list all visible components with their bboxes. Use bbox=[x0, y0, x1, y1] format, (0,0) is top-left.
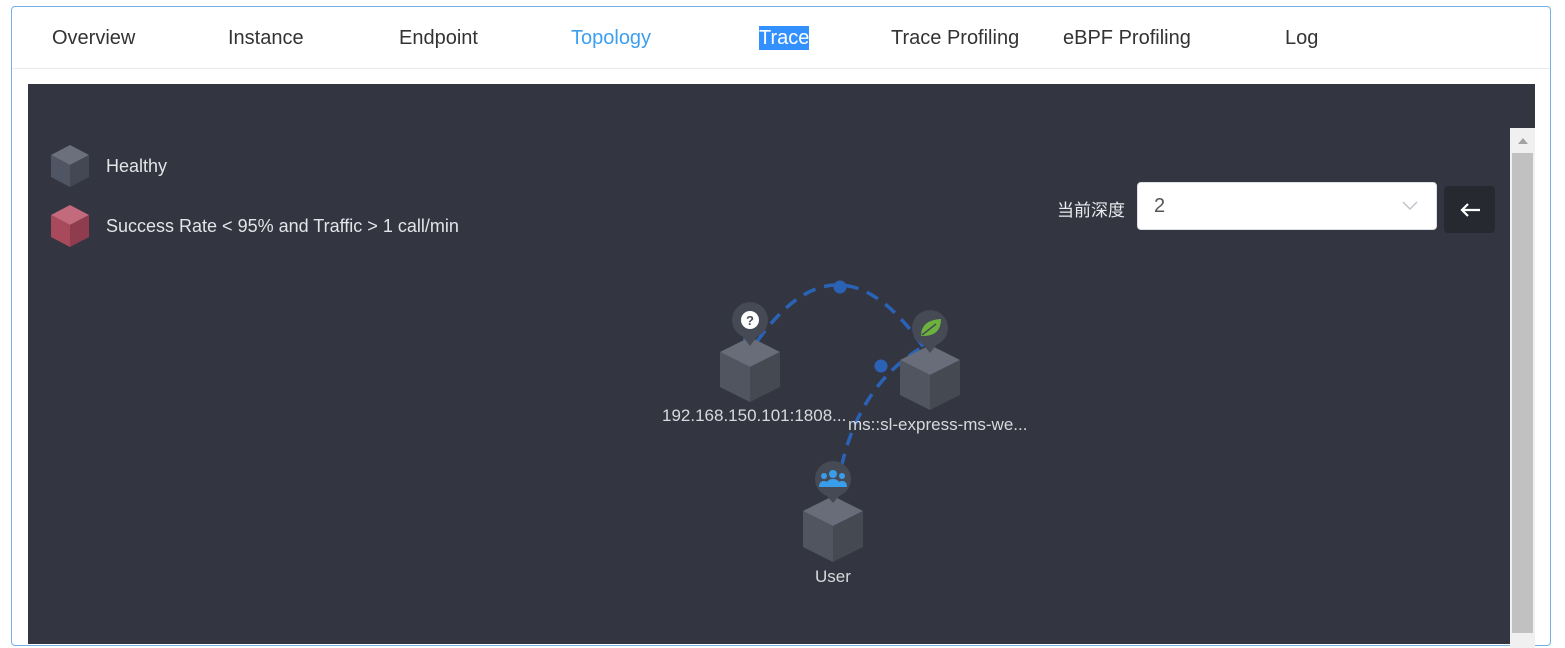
tab-trace[interactable]: Trace bbox=[759, 26, 810, 50]
tab-instance[interactable]: Instance bbox=[228, 26, 304, 50]
tab-topology[interactable]: Topology bbox=[571, 26, 651, 50]
scrollbar-thumb[interactable] bbox=[1512, 153, 1533, 633]
arrow-left-icon bbox=[1459, 202, 1480, 217]
depth-value: 2 bbox=[1154, 195, 1166, 217]
edge-user-to-ms-midpoint[interactable] bbox=[874, 359, 888, 373]
node-user-label: User bbox=[815, 567, 851, 586]
edge-ms-to-ip-midpoint[interactable] bbox=[833, 280, 847, 294]
node-ip-label: 192.168.150.101:1808... bbox=[662, 406, 847, 425]
topology-canvas[interactable] bbox=[28, 84, 1535, 644]
node-ms-label: ms::sl-express-ms-we... bbox=[848, 415, 1028, 434]
tab-trace-profiling[interactable]: Trace Profiling bbox=[891, 26, 1019, 50]
tab-bar: Overview Instance Endpoint Topology Trac… bbox=[12, 8, 1550, 69]
scroll-up-arrow-icon bbox=[1517, 137, 1528, 144]
depth-label: 当前深度 bbox=[1057, 201, 1125, 220]
tab-endpoint[interactable]: Endpoint bbox=[399, 26, 478, 50]
tab-ebpf-profiling[interactable]: eBPF Profiling bbox=[1063, 26, 1191, 50]
depth-select[interactable]: 2 bbox=[1137, 182, 1437, 230]
legend-warning: Success Rate < 95% and Traffic > 1 call/… bbox=[50, 204, 459, 248]
tab-log[interactable]: Log bbox=[1285, 26, 1318, 50]
tab-overview[interactable]: Overview bbox=[52, 26, 135, 50]
healthy-cube-icon bbox=[51, 145, 89, 187]
back-button[interactable] bbox=[1444, 186, 1495, 233]
scroll-up-button[interactable] bbox=[1510, 128, 1535, 153]
legend-healthy-label: Healthy bbox=[106, 155, 168, 176]
legend-healthy: Healthy bbox=[50, 144, 167, 188]
legend-warning-label: Success Rate < 95% and Traffic > 1 call/… bbox=[106, 215, 459, 236]
chevron-down-icon bbox=[1402, 201, 1418, 211]
warning-cube-icon bbox=[51, 205, 89, 247]
